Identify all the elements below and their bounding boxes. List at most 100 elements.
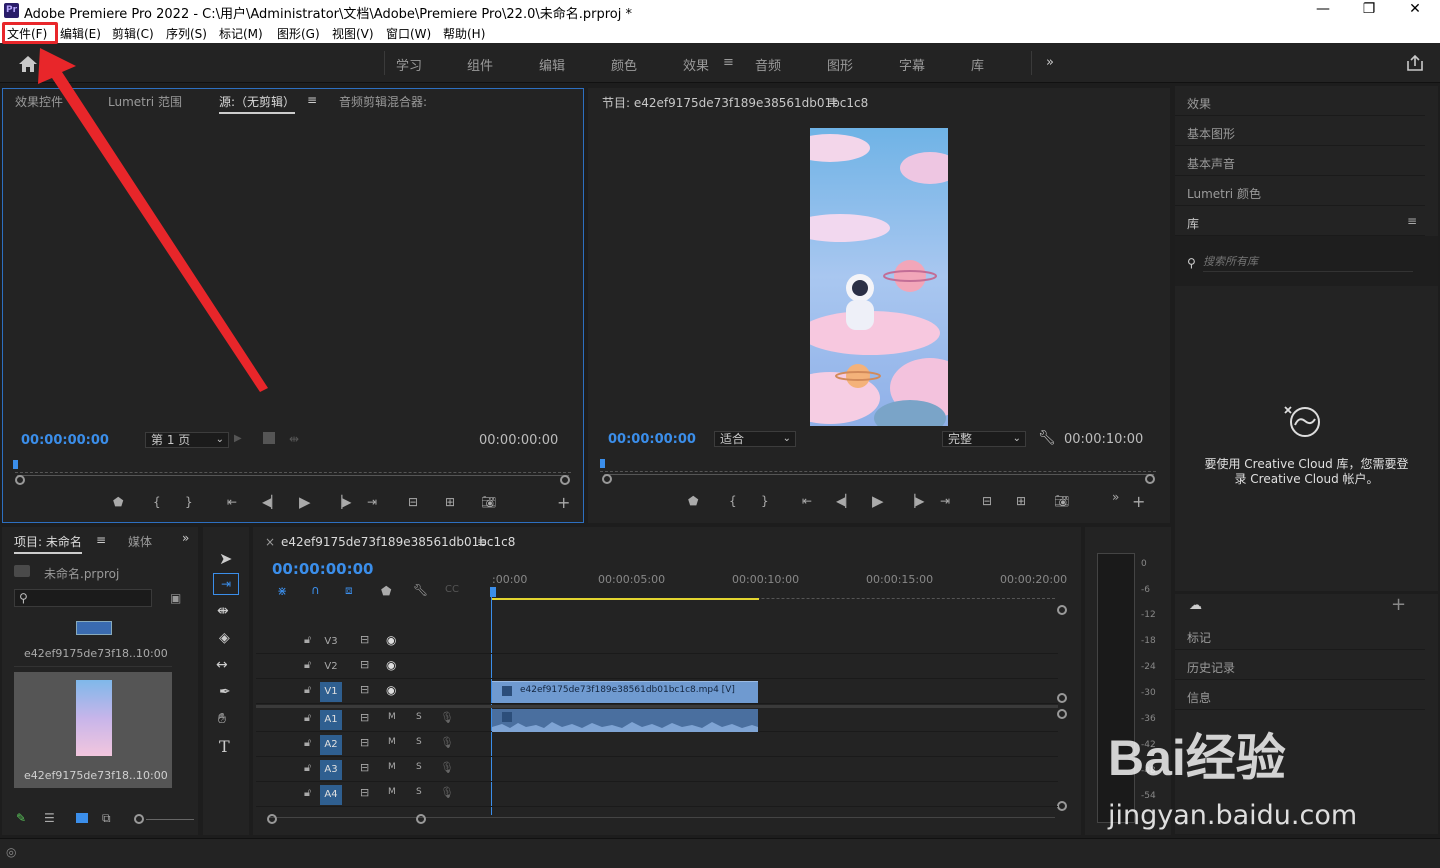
source-timecode[interactable]: 00:00:00:00 — [21, 433, 109, 448]
settings-wrench-icon[interactable]: 🔧︎ — [413, 583, 428, 597]
mute-button[interactable]: M — [388, 762, 396, 772]
h-scroll-handle-left[interactable] — [267, 814, 277, 824]
track-label-v2[interactable]: V2 — [320, 657, 342, 677]
solo-button[interactable]: S — [416, 787, 422, 797]
eye-icon[interactable]: ◉ — [386, 683, 396, 697]
add-marker-icon[interactable]: ⬟ — [688, 494, 698, 508]
mic-icon[interactable]: 🎙︎ — [440, 786, 454, 799]
mute-button[interactable]: M — [388, 712, 396, 722]
camera-icon[interactable]: 📷︎ — [1054, 494, 1069, 508]
panel-essential-graphics[interactable]: 基本图形 — [1175, 116, 1425, 146]
menu-window[interactable]: 窗口(W) — [386, 25, 431, 42]
more-panels-icon[interactable]: » — [182, 531, 189, 545]
panel-history[interactable]: 历史记录 — [1175, 650, 1425, 680]
zoom-handle-left[interactable] — [602, 474, 612, 484]
h-scroll-handle-right[interactable] — [416, 814, 426, 824]
tab-libraries[interactable]: 库 — [971, 55, 984, 74]
type-tool-icon[interactable]: T — [219, 737, 230, 756]
menu-sequence[interactable]: 序列(S) — [166, 25, 207, 42]
panel-info[interactable]: 信息 — [1175, 680, 1425, 710]
toggle-sync-icon[interactable]: ⊟ — [360, 761, 369, 774]
v-scroll-handle-bottom[interactable] — [1057, 693, 1067, 703]
step-back-icon[interactable]: ◀▏ — [836, 494, 854, 508]
project-search-input[interactable]: ⚲ — [14, 589, 152, 607]
lock-icon[interactable]: 🔓︎ — [304, 658, 311, 672]
step-forward-icon[interactable]: ▕▶ — [333, 495, 351, 509]
add-marker-icon[interactable]: ⬟ — [381, 584, 391, 598]
cloud-sync-icon[interactable]: ☁ — [1189, 598, 1202, 613]
more-workspaces-icon[interactable]: » — [1046, 55, 1054, 70]
panel-markers[interactable]: 标记 — [1175, 620, 1425, 650]
mic-icon[interactable]: 🎙︎ — [440, 736, 454, 749]
home-icon[interactable] — [18, 55, 38, 73]
zoom-handle-right[interactable] — [560, 475, 570, 485]
menu-clip[interactable]: 剪辑(C) — [112, 25, 154, 42]
page-select[interactable]: 第 1 页 ⌄ — [145, 432, 229, 448]
overwrite-icon[interactable]: ⊞ — [445, 495, 455, 509]
wrench-icon[interactable]: 🔧︎ — [1038, 430, 1056, 446]
track-select-tool-icon[interactable]: ⇥ — [213, 573, 239, 595]
add-button-icon[interactable]: + — [557, 493, 570, 512]
program-playhead[interactable] — [600, 459, 605, 468]
step-forward-icon[interactable]: ▕▶ — [906, 494, 924, 508]
close-sequence-icon[interactable]: × — [265, 535, 275, 549]
hand-tool-icon[interactable]: ✋︎ — [218, 711, 226, 727]
mark-out-icon[interactable]: } — [761, 494, 769, 508]
toggle-sync-icon[interactable]: ⊟ — [360, 736, 369, 749]
captions-icon[interactable]: CC — [445, 584, 459, 595]
track-label-a1[interactable]: A1 — [320, 710, 342, 730]
mic-icon[interactable]: 🎙︎ — [440, 711, 454, 724]
play-icon[interactable]: ▶ — [872, 492, 884, 510]
source-menu-icon[interactable]: ≡ — [307, 93, 317, 107]
tab-media[interactable]: 媒体 — [128, 533, 152, 550]
camera-icon[interactable]: 📷︎ — [481, 495, 496, 509]
audio-clip[interactable] — [492, 709, 758, 732]
toggle-sync-icon[interactable]: ⊟ — [360, 786, 369, 799]
project-menu-icon[interactable]: ≡ — [96, 533, 106, 547]
work-area-bar[interactable] — [491, 598, 759, 600]
eye-icon[interactable]: ◉ — [386, 633, 396, 647]
v-scroll-handle-top[interactable] — [1057, 605, 1067, 615]
add-marker-icon[interactable]: ⬟ — [113, 495, 123, 509]
tab-source[interactable]: 源:（无剪辑） — [219, 93, 296, 114]
tab-captions[interactable]: 字幕 — [899, 55, 925, 74]
zoom-handle-right[interactable] — [1145, 474, 1155, 484]
tab-graphics[interactable]: 图形 — [827, 55, 853, 74]
play-icon[interactable]: ▶ — [299, 493, 311, 511]
toggle-sync-icon[interactable]: ⊟ — [360, 683, 369, 696]
more-controls-icon[interactable]: » — [1112, 490, 1119, 504]
solo-button[interactable]: S — [416, 712, 422, 722]
tab-lumetri-scopes[interactable]: Lumetri 范围 — [108, 93, 182, 110]
timeline-playhead-handle[interactable] — [490, 587, 496, 597]
add-library-icon[interactable]: + — [1391, 594, 1406, 615]
libraries-menu-icon[interactable]: ≡ — [1407, 214, 1417, 228]
menu-edit[interactable]: 编辑(E) — [60, 25, 101, 42]
fit-select[interactable]: 适合 ⌄ — [714, 431, 796, 447]
tab-effects[interactable]: 效果 — [683, 55, 709, 74]
track-label-v1[interactable]: V1 — [320, 682, 342, 702]
panel-lumetri-color[interactable]: Lumetri 颜色 — [1175, 176, 1425, 206]
program-timecode[interactable]: 00:00:00:00 — [608, 432, 696, 447]
lock-icon[interactable]: 🔓︎ — [304, 633, 311, 647]
linked-selection-icon[interactable]: ⧈ — [345, 583, 353, 598]
mark-in-icon[interactable]: { — [729, 494, 737, 508]
program-video-frame[interactable] — [810, 128, 948, 426]
zoom-slider[interactable] — [146, 819, 194, 820]
timeline-h-scroll[interactable] — [269, 817, 1055, 825]
mark-out-icon[interactable]: } — [185, 495, 193, 509]
pencil-icon[interactable]: ✎ — [16, 811, 26, 825]
track-label-v3[interactable]: V3 — [320, 632, 342, 652]
go-to-in-icon[interactable]: ⇤ — [802, 494, 812, 508]
panel-libraries[interactable]: 库 — [1175, 206, 1425, 236]
source-ruler[interactable] — [15, 465, 571, 473]
tab-learn[interactable]: 学习 — [396, 55, 422, 74]
lock-icon[interactable]: 🔓︎ — [304, 683, 311, 697]
source-zoom-bar[interactable] — [17, 475, 569, 485]
nest-icon[interactable]: ⋇ — [277, 584, 287, 598]
mark-in-icon[interactable]: { — [153, 495, 161, 509]
list-view-icon[interactable]: ☰ — [44, 811, 55, 825]
razor-tool-icon[interactable]: ◈ — [219, 630, 230, 646]
track-label-a2[interactable]: A2 — [320, 735, 342, 755]
new-bin-icon[interactable]: ▣ — [170, 591, 181, 605]
menu-help[interactable]: 帮助(H) — [443, 25, 485, 42]
